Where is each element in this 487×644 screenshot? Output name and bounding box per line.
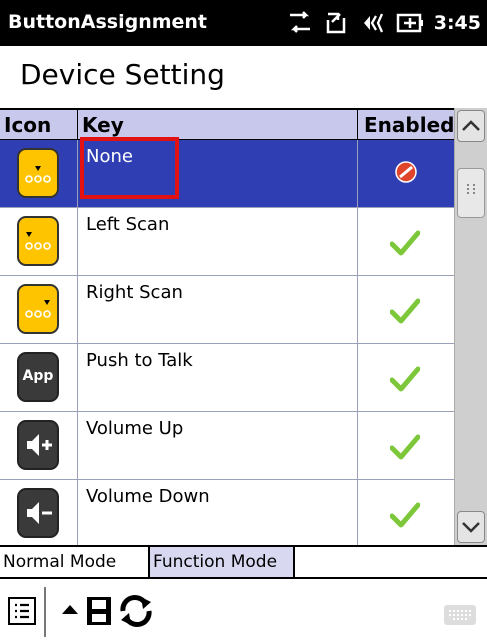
- volume-up-icon: [17, 420, 59, 470]
- save-icon[interactable]: [85, 595, 113, 627]
- mode-tabs: Normal Mode Function Mode: [0, 545, 487, 577]
- key-label: Left Scan: [86, 214, 170, 235]
- key-label: Volume Up: [86, 418, 184, 439]
- app-icon-label: App: [22, 368, 54, 384]
- battery-charging-icon: [396, 13, 423, 33]
- toolbar-divider: [44, 587, 46, 637]
- table-row[interactable]: Volume Down: [0, 480, 454, 548]
- yellow-button-icon: [17, 148, 59, 198]
- check-icon: [390, 298, 420, 324]
- table-row[interactable]: None: [0, 140, 454, 208]
- check-icon: [390, 366, 420, 392]
- up-arrow-icon[interactable]: [60, 601, 80, 617]
- scroll-down-button[interactable]: [457, 511, 485, 543]
- key-label: Push to Talk: [86, 350, 193, 371]
- tab-normal-mode[interactable]: Normal Mode: [0, 547, 150, 577]
- data-transfer-icon: [289, 11, 310, 33]
- clock[interactable]: 3:45: [434, 12, 481, 34]
- status-bar: ButtonAssignment 3:45: [0, 0, 487, 46]
- chevron-down-icon: [462, 522, 480, 533]
- key-label: Volume Down: [86, 486, 210, 507]
- speaker-icon[interactable]: [360, 10, 386, 36]
- list-icon: [15, 603, 29, 619]
- phone-signal-icon: [326, 12, 345, 34]
- table-row[interactable]: Volume Up: [0, 412, 454, 480]
- button-assignment-grid: Icon Key Enabled None Left Scan Right Sc…: [0, 108, 454, 548]
- highlight-box: [80, 137, 179, 199]
- grip-icon: [467, 184, 475, 194]
- app-button-icon: App: [17, 352, 59, 402]
- menu-button[interactable]: [8, 597, 36, 625]
- app-title: ButtonAssignment: [8, 11, 208, 33]
- page-title: Device Setting: [20, 58, 225, 91]
- tab-function-mode[interactable]: Function Mode: [150, 547, 295, 577]
- left-scan-button-icon: [17, 216, 59, 266]
- chevron-up-icon: [462, 120, 480, 131]
- scroll-thumb[interactable]: [457, 168, 485, 218]
- refresh-icon[interactable]: [117, 593, 155, 629]
- check-icon: [390, 502, 420, 528]
- key-label: Right Scan: [86, 282, 183, 303]
- table-row[interactable]: Left Scan: [0, 208, 454, 276]
- check-icon: [390, 230, 420, 256]
- table-row[interactable]: Right Scan: [0, 276, 454, 344]
- disabled-icon: [395, 161, 417, 183]
- table-row[interactable]: App Push to Talk: [0, 344, 454, 412]
- grid-header: Icon Key Enabled: [0, 108, 454, 140]
- column-header-enabled[interactable]: Enabled: [358, 110, 454, 140]
- bottom-toolbar: [0, 577, 487, 644]
- right-scan-button-icon: [17, 284, 59, 334]
- vertical-scrollbar[interactable]: [454, 108, 487, 545]
- column-header-key[interactable]: Key: [78, 110, 358, 140]
- check-icon: [390, 434, 420, 460]
- keyboard-icon[interactable]: [444, 605, 476, 625]
- status-icons: 3:45: [286, 8, 481, 38]
- volume-down-icon: [17, 488, 59, 538]
- scroll-up-button[interactable]: [457, 110, 485, 142]
- column-header-icon[interactable]: Icon: [0, 110, 78, 140]
